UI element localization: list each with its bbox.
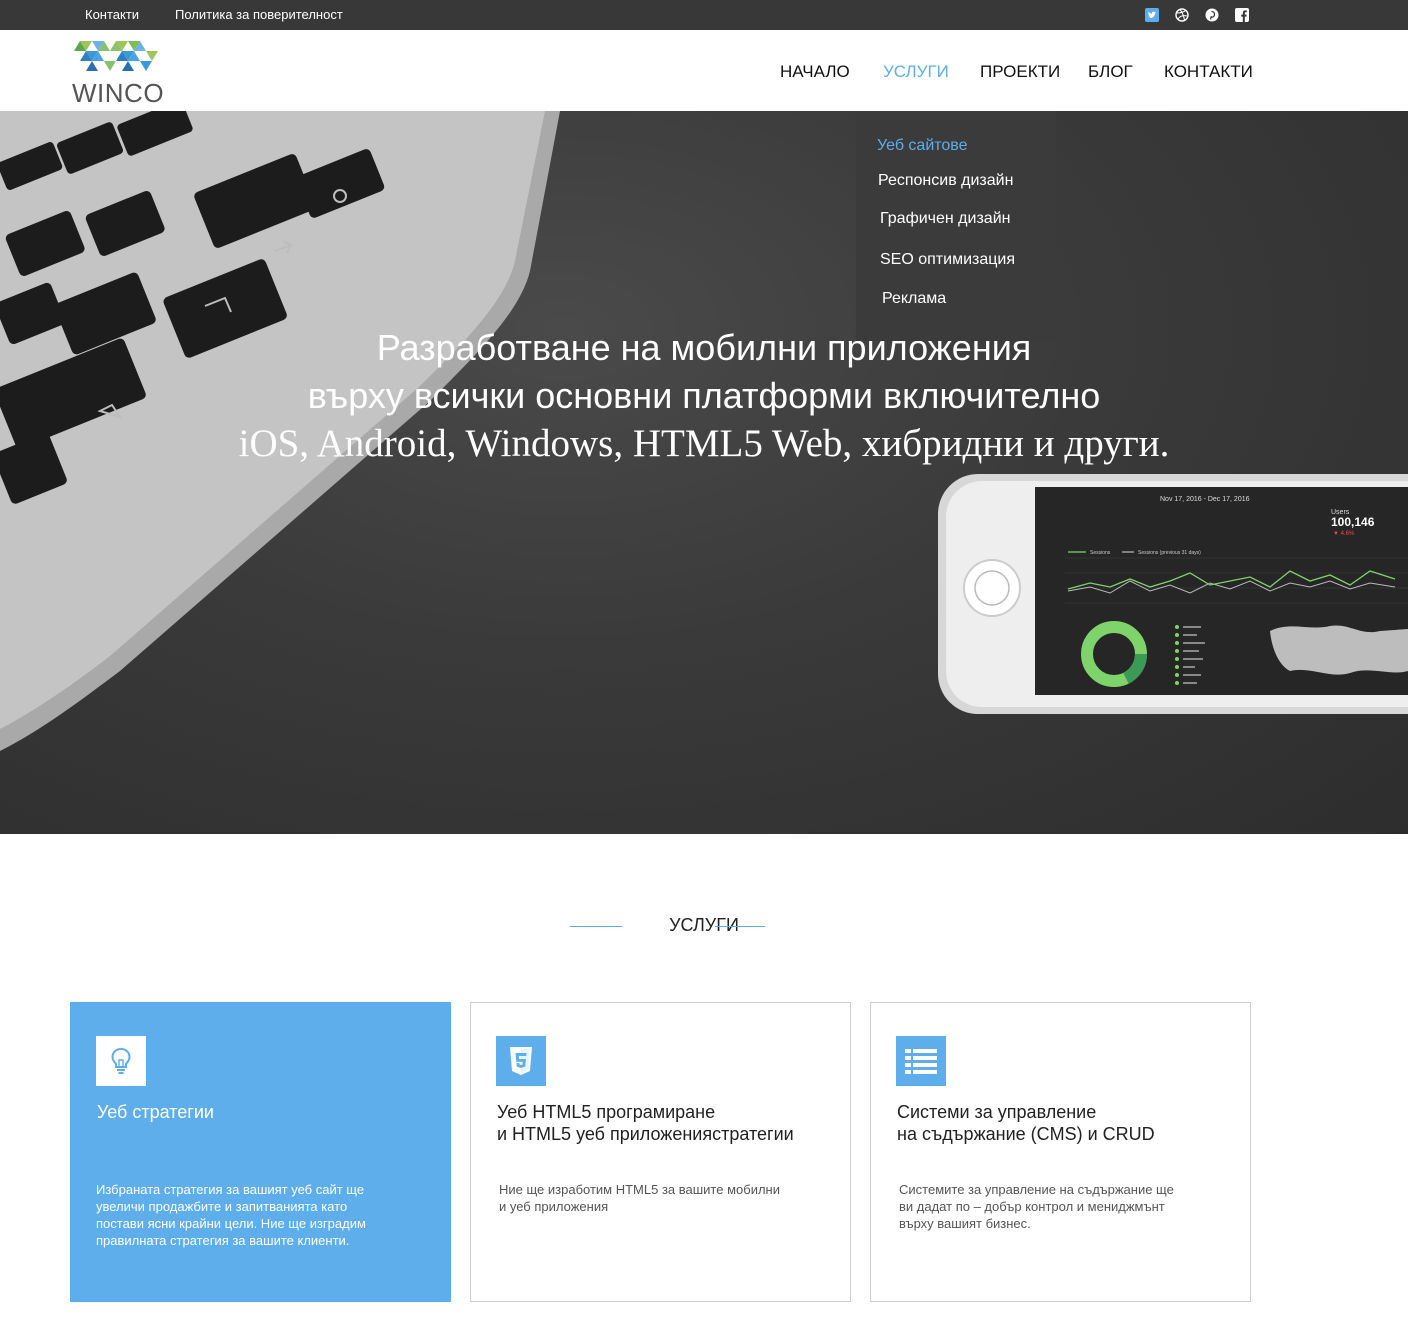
- hero-title-line1: Разработване на мобилни приложения: [376, 327, 1032, 368]
- services-section-title: УСЛУГИ: [669, 915, 739, 935]
- service-card-title-line: Системи за управление: [897, 1102, 1097, 1122]
- service-card-text-line: ви дадат по – добър контрол и мениджмънт: [899, 1199, 1165, 1214]
- facebook-icon[interactable]: [1234, 6, 1250, 23]
- services-dropdown-menu: Уеб сайтове Респонсив дизайн Графичен ди…: [856, 111, 1056, 341]
- service-card-text-line: върху вашият бизнес.: [899, 1216, 1031, 1231]
- winco-logo[interactable]: WINCO: [72, 35, 164, 108]
- service-card-text-line: Ние ще изработим HTML5 за вашите мобилни: [499, 1182, 780, 1197]
- phone-date-range: Nov 17, 2016 - Dec 17, 2016: [1160, 496, 1250, 503]
- service-card-text-line: Системите за управление на съдържание ще: [899, 1182, 1174, 1197]
- topbar-link-privacy[interactable]: Политика за поверителност: [175, 7, 343, 22]
- phone-users-value: 100,146: [1331, 515, 1375, 529]
- service-card-cms[interactable]: Системи за управление на съдържание (CMS…: [870, 1002, 1251, 1302]
- service-card-text: Избраната стратегия за вашият уеб сайт щ…: [96, 1182, 366, 1248]
- dribbble-icon[interactable]: [1174, 6, 1190, 23]
- service-card-text: Системите за управление на съдържание ще…: [899, 1181, 1189, 1232]
- hero-title-line2: върху всички основни платформи включител…: [307, 375, 1101, 416]
- site-header: WINCO НАЧАЛО УСЛУГИ ПРОЕКТИ БЛОГ КОНТАКТ…: [0, 30, 1408, 111]
- dropdown-item-websites[interactable]: Уеб сайтове: [877, 137, 968, 155]
- html5-icon: [510, 1047, 532, 1075]
- dropdown-item-graphic-design[interactable]: Графичен дизайн: [880, 210, 1010, 228]
- logo-mark-icon: [74, 41, 158, 71]
- service-icon-box: [896, 1036, 946, 1086]
- list-icon: [905, 1049, 937, 1074]
- logo-text: WINCO: [72, 78, 165, 108]
- service-card-text: Ние ще изработим HTML5 за вашите мобилни…: [499, 1181, 789, 1215]
- service-card-text-line: и уеб приложения: [499, 1199, 609, 1214]
- nav-projects[interactable]: ПРОЕКТИ: [980, 62, 1060, 82]
- lightbulb-icon: [111, 1047, 131, 1074]
- service-card-web-strategies[interactable]: Уеб стратегии Избраната стратегия за ваш…: [70, 1002, 451, 1302]
- nav-blog[interactable]: БЛОГ: [1088, 62, 1133, 82]
- twitter-icon[interactable]: [1144, 6, 1160, 23]
- phone-legend-2: Sessions (previous 31 days): [1138, 550, 1201, 556]
- pinterest-icon[interactable]: [1204, 6, 1220, 23]
- service-card-title: Уеб стратегии: [97, 1102, 214, 1122]
- top-bar: Контакти Политика за поверителност: [0, 0, 1408, 30]
- service-card-title: Уеб HTML5 програмиране и HTML5 уеб прило…: [497, 1101, 837, 1145]
- dropdown-item-advertising[interactable]: Реклама: [882, 290, 946, 308]
- phone-users-change: ▼ 4.6%: [1333, 531, 1355, 537]
- service-card-title: Системи за управление на съдържание (CMS…: [897, 1101, 1237, 1145]
- phone-legend-1: Sessions: [1090, 550, 1111, 556]
- hero-title-line3: iOS, Android, Windows, HTML5 Web, хибрид…: [238, 422, 1170, 465]
- nav-home[interactable]: НАЧАЛО: [780, 62, 850, 82]
- dropdown-item-responsive-design[interactable]: Респонсив дизайн: [878, 172, 1013, 190]
- section-title-line-right: [715, 926, 765, 927]
- service-card-title-line: на съдържание (CMS) и CRUD: [897, 1124, 1155, 1144]
- hero-laptop-phone-illustration: Nov 17, 2016 - Dec 17, 2016 Users 100,14…: [0, 111, 1408, 751]
- service-card-html5[interactable]: Уеб HTML5 програмиране и HTML5 уеб прило…: [470, 1002, 851, 1302]
- dropdown-item-seo[interactable]: SEO оптимизация: [880, 251, 1015, 269]
- topbar-link-contacts[interactable]: Контакти: [85, 7, 139, 22]
- service-card-title-line: и HTML5 уеб приложениястратегии: [497, 1124, 794, 1144]
- nav-services[interactable]: УСЛУГИ: [883, 62, 949, 82]
- nav-contacts[interactable]: КОНТАКТИ: [1164, 62, 1253, 82]
- service-card-title-line: Уеб HTML5 програмиране: [497, 1102, 716, 1122]
- service-icon-box: [96, 1036, 146, 1086]
- service-icon-box: [496, 1036, 546, 1086]
- hero-banner: Nov 17, 2016 - Dec 17, 2016 Users 100,14…: [0, 111, 1408, 834]
